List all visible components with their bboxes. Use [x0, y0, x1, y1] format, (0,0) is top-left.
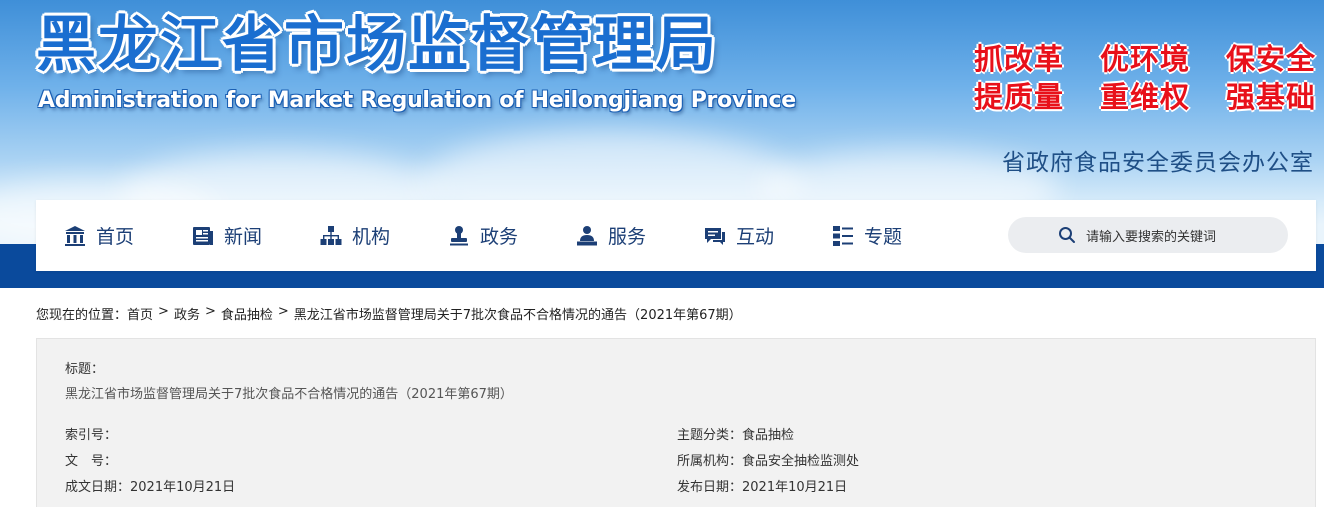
breadcrumb-separator: >: [204, 304, 216, 319]
site-logo-title[interactable]: 黑龙江省市场监督管理局: [36, 10, 718, 80]
org-chart-icon: [320, 225, 342, 245]
published-date-value: 2021年10月21日: [742, 480, 848, 495]
office-name: 省政府食品安全委员会办公室: [1002, 150, 1314, 176]
breadcrumb-current: 黑龙江省市场监督管理局关于7批次食品不合格情况的通告（2021年第67期）: [293, 308, 742, 323]
nav-item-topics[interactable]: 专题: [832, 200, 902, 271]
document-title: 黑龙江省市场监督管理局关于7批次食品不合格情况的通告（2021年第67期）: [65, 387, 513, 402]
newspaper-icon: [193, 226, 213, 245]
theme-category-field: 主题分类：食品抽检: [677, 424, 794, 443]
search-input[interactable]: 请输入要搜索的关键词: [1008, 217, 1288, 253]
nav-label: 新闻: [224, 226, 263, 248]
nav-item-government-affairs[interactable]: 政务: [448, 200, 518, 271]
slogan: 提质量: [974, 80, 1065, 114]
list-icon: [833, 225, 853, 246]
created-date-value: 2021年10月21日: [130, 480, 236, 495]
breadcrumb-link-food-inspection[interactable]: 食品抽检: [221, 304, 273, 323]
search-placeholder: 请输入要搜索的关键词: [1086, 229, 1217, 245]
published-date-label: 发布日期：: [677, 480, 743, 495]
theme-category-label: 主题分类：: [677, 428, 743, 443]
nav-label: 首页: [96, 226, 135, 248]
slogan: 强基础: [1225, 80, 1316, 114]
breadcrumb-link-affairs[interactable]: 政务: [174, 304, 200, 323]
slogan: 抓改革: [974, 42, 1065, 76]
stamp-icon: [450, 225, 468, 245]
created-date-label: 成文日期：: [65, 480, 131, 495]
search-icon[interactable]: [1058, 226, 1076, 244]
created-date-field: 成文日期：2021年10月21日: [65, 476, 235, 495]
nav-item-services[interactable]: 服务: [576, 200, 646, 271]
theme-category-value: 食品抽检: [742, 428, 795, 443]
slogan-block: 抓改革 优环境 保安全 提质量 重维权 强基础: [974, 36, 1316, 114]
organization-label: 所属机构：: [677, 454, 743, 469]
organization-field: 所属机构：食品安全抽检监测处: [677, 450, 859, 469]
nav-label: 机构: [352, 226, 391, 248]
slogan: 优环境: [1099, 42, 1190, 76]
breadcrumb: 您现在的位置： 首页 > 政务 > 食品抽检 > 黑龙江省市场监督管理局关于7批…: [36, 304, 742, 323]
index-number-field: 索引号：: [65, 424, 117, 443]
organization-value: 食品安全抽检监测处: [742, 454, 860, 469]
slogan: 重维权: [1099, 80, 1190, 114]
nav-label: 政务: [480, 226, 519, 248]
index-number-label: 索引号：: [65, 428, 118, 443]
nav-label: 专题: [864, 226, 903, 248]
nav-item-organization[interactable]: 机构: [320, 200, 390, 271]
site-logo-subtitle: Administration for Market Regulation of …: [38, 88, 796, 113]
document-number-label: 文 号：: [65, 454, 118, 469]
published-date-field: 发布日期：2021年10月21日: [677, 476, 847, 495]
breadcrumb-separator: >: [158, 304, 169, 319]
title-label: 标题：: [65, 362, 105, 377]
breadcrumb-separator: >: [277, 304, 289, 319]
chat-icon: [705, 227, 725, 245]
main-nav: 首页 新闻 机构 政务 服务 互动 专题 请输入要搜索的关键词: [36, 200, 1316, 271]
document-info-panel: 标题： 黑龙江省市场监督管理局关于7批次食品不合格情况的通告（2021年第67期…: [36, 338, 1316, 507]
slogan: 保安全: [1225, 42, 1316, 76]
breadcrumb-link-home[interactable]: 首页: [127, 304, 153, 323]
service-person-icon: [577, 225, 597, 245]
nav-label: 互动: [736, 226, 775, 248]
nav-label: 服务: [608, 226, 647, 248]
bank-icon: [65, 225, 85, 246]
document-number-field: 文 号：: [65, 450, 117, 469]
nav-item-interaction[interactable]: 互动: [704, 200, 774, 271]
breadcrumb-prefix: 您现在的位置：: [36, 308, 128, 323]
nav-item-news[interactable]: 新闻: [192, 200, 262, 271]
nav-item-home[interactable]: 首页: [64, 200, 134, 271]
